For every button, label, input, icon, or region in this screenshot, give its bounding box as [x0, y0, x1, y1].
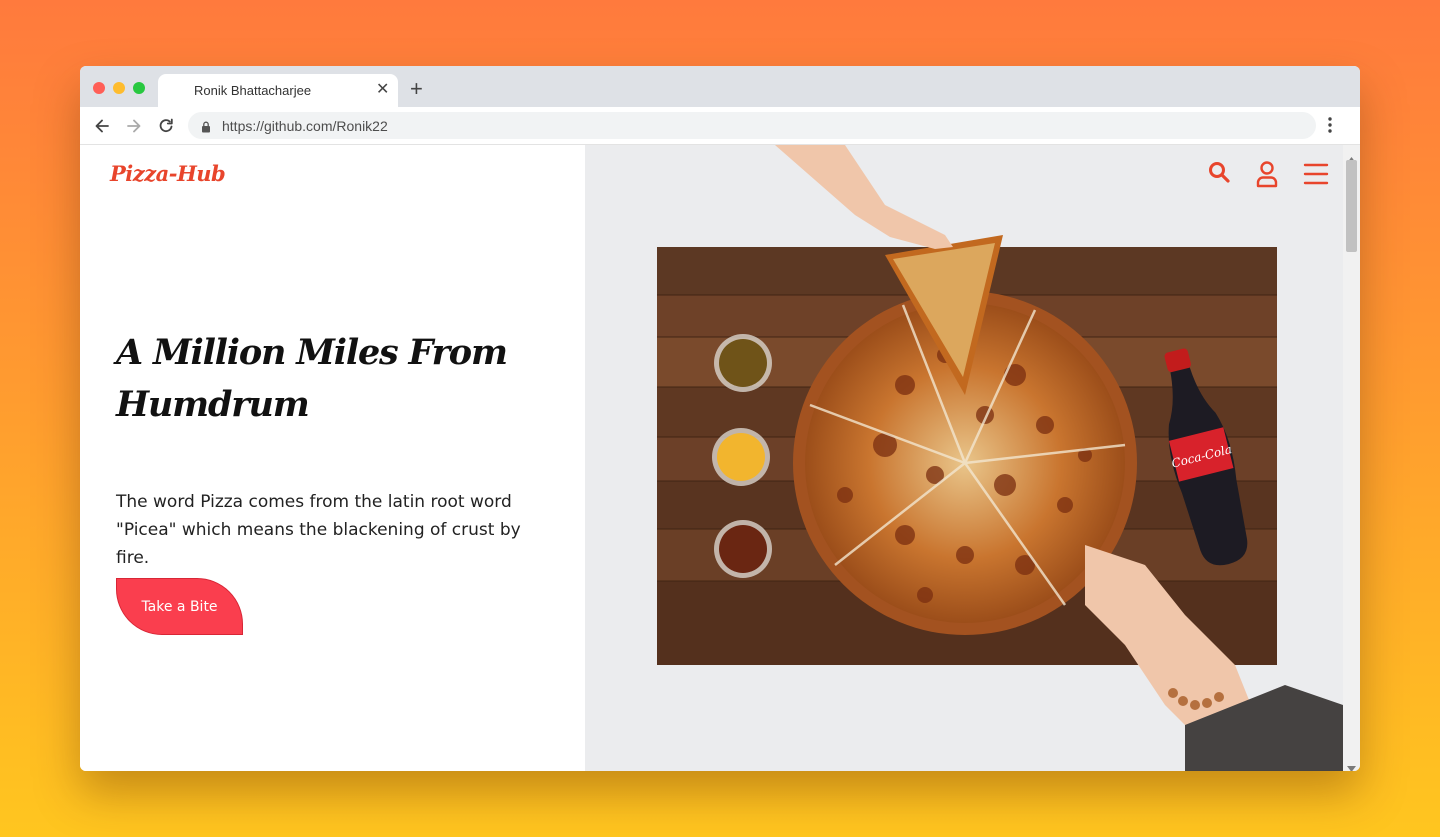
minimize-window-button[interactable]	[113, 82, 125, 94]
lock-icon	[201, 120, 211, 138]
hero-text-panel: Pizza-Hub A Million Miles From Humdrum T…	[80, 145, 585, 771]
forward-icon[interactable]	[124, 116, 144, 136]
hamburger-menu-icon[interactable]	[1303, 162, 1329, 191]
reload-icon[interactable]	[156, 116, 176, 136]
logo[interactable]: Pizza-Hub	[110, 161, 226, 186]
tab-close-icon[interactable]: ✕	[376, 80, 389, 100]
kebab-menu-icon[interactable]	[1328, 117, 1332, 138]
browser-toolbar: https://github.com/Ronik22	[80, 107, 1360, 145]
hero-image-panel: Coca-Cola	[585, 145, 1343, 771]
tab-title: Ronik Bhattacharjee	[194, 83, 312, 98]
hero-description: The word Pizza comes from the latin root…	[116, 492, 521, 568]
maximize-window-button[interactable]	[133, 82, 145, 94]
search-icon[interactable]	[1207, 160, 1231, 189]
active-tab[interactable]: Ronik Bhattacharjee ✕	[158, 74, 398, 107]
close-window-button[interactable]	[93, 82, 105, 94]
back-icon[interactable]	[92, 116, 112, 136]
tab-bar: Ronik Bhattacharjee ✕ +	[80, 66, 1360, 107]
new-tab-button[interactable]: +	[410, 77, 423, 101]
scroll-down-arrow-icon[interactable]	[1347, 759, 1356, 771]
dip-bowls	[712, 334, 772, 578]
pizza-hero-image: Coca-Cola	[585, 145, 1343, 771]
user-icon[interactable]	[1255, 160, 1279, 193]
take-a-bite-button[interactable]: Take a Bite	[116, 578, 243, 635]
browser-window: Ronik Bhattacharjee ✕ + https://github.c…	[80, 66, 1360, 771]
vertical-scrollbar[interactable]	[1343, 145, 1360, 771]
page-viewport: Pizza-Hub A Million Miles From Humdrum T…	[80, 145, 1360, 771]
address-bar[interactable]: https://github.com/Ronik22	[188, 112, 1316, 139]
page-title: A Million Miles From Humdrum	[116, 332, 508, 425]
scrollbar-thumb[interactable]	[1346, 160, 1357, 252]
url-text: https://github.com/Ronik22	[222, 118, 388, 134]
